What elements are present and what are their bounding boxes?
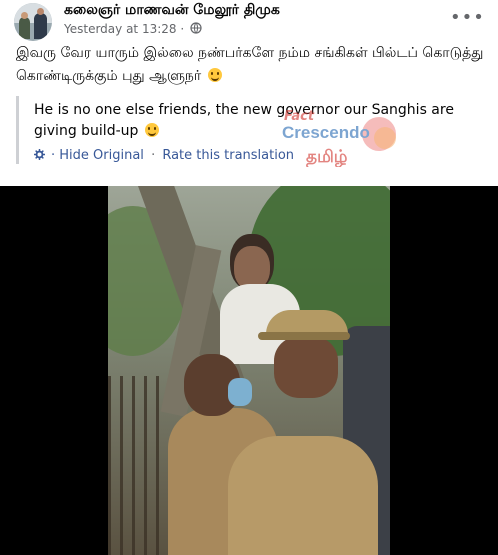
hide-original-link[interactable]: Hide Original xyxy=(59,148,144,163)
globe-icon xyxy=(190,22,202,37)
grinning-face-emoji-icon xyxy=(207,68,222,82)
post-timestamp[interactable]: Yesterday at 13:28 xyxy=(64,22,177,36)
more-options-icon[interactable]: ••• xyxy=(450,6,484,30)
post-text-content: இவரு வேர யாரும் இல்லை நண்பர்களே நம்ம சங்… xyxy=(16,45,484,84)
grinning-face-emoji-icon xyxy=(144,123,159,137)
translation-block: He is no one else friends, the new gover… xyxy=(16,96,476,164)
translation-links-separator: · xyxy=(151,148,156,163)
post-header: கலைஞர் மாணவன் மேலூர் திமுக Yesterday at … xyxy=(0,0,498,41)
translation-text: He is no one else friends, the new gover… xyxy=(34,100,464,142)
rate-translation-link[interactable]: Rate this translation xyxy=(162,148,294,163)
translation-links: · Hide Original · Rate this translation xyxy=(34,148,294,164)
translation-text-content: He is no one else friends, the new gover… xyxy=(34,102,454,139)
post-meta: Yesterday at 13:28 · xyxy=(64,22,202,37)
meta-separator: · xyxy=(180,22,185,36)
translation-links-separator: · xyxy=(51,148,56,163)
gear-icon[interactable] xyxy=(34,149,45,164)
post-text: இவரு வேர யாரும் இல்லை நண்பர்களே நம்ம சங்… xyxy=(16,42,486,88)
page-name[interactable]: கலைஞர் மாணவன் மேலூர் திமுக xyxy=(64,2,280,20)
video-player[interactable] xyxy=(0,186,498,555)
video-frame[interactable] xyxy=(108,186,390,555)
page-avatar[interactable] xyxy=(14,3,52,41)
translation-divider xyxy=(16,96,19,164)
